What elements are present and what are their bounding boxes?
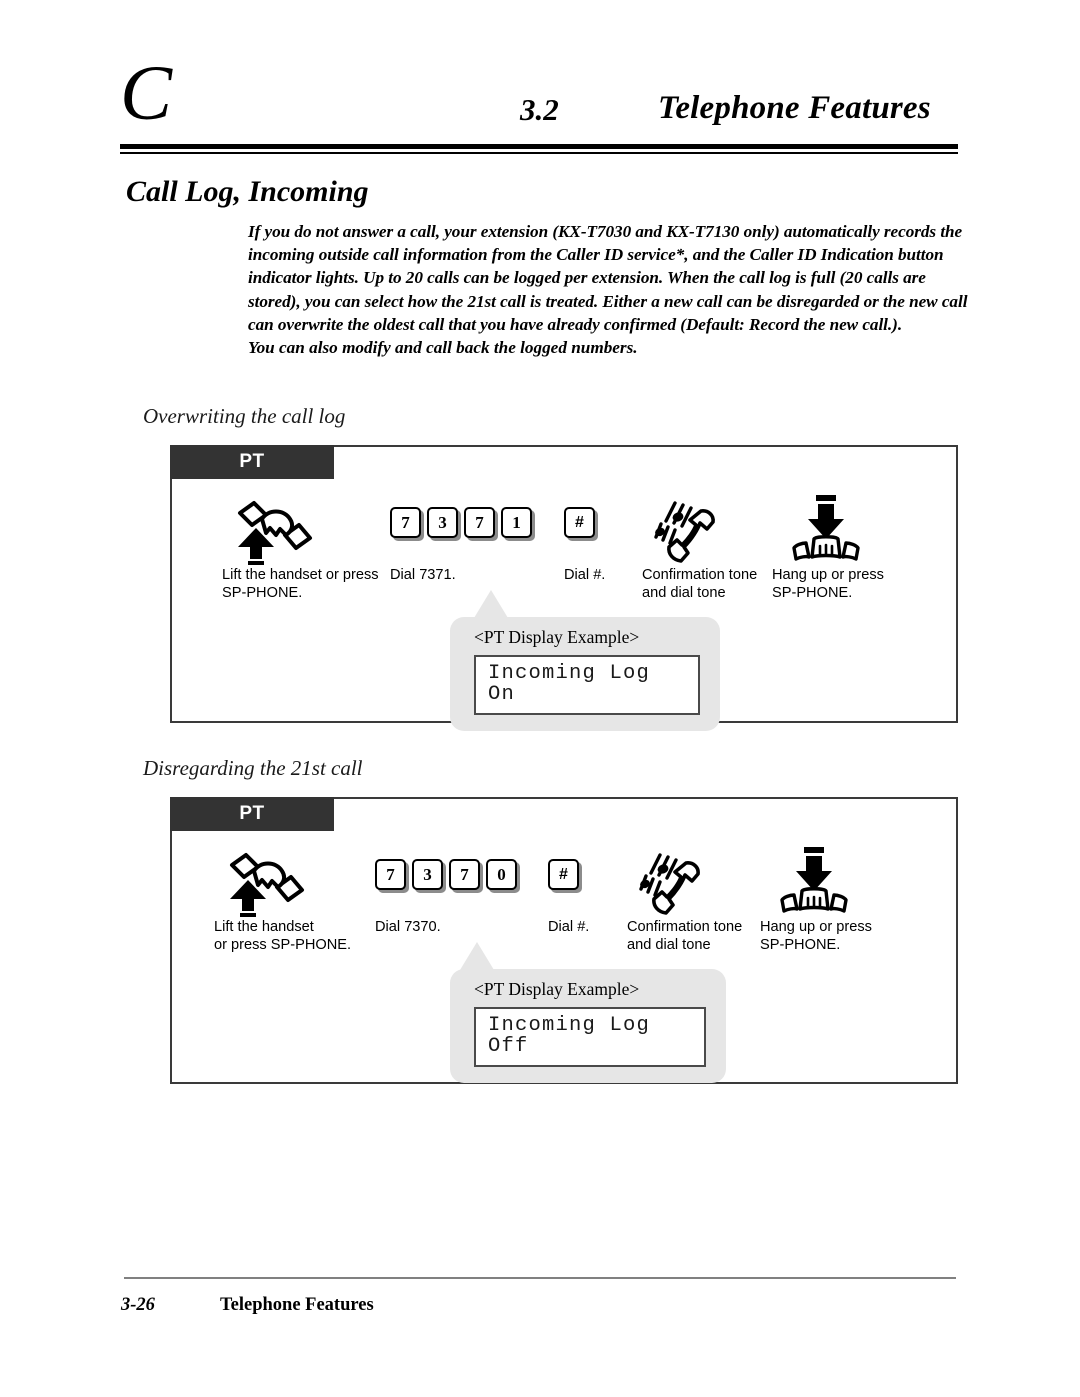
hang-up-icon [760, 847, 910, 919]
lift-handset-icon [214, 847, 394, 919]
lcd-display-text: Incoming Log Off [474, 1007, 706, 1067]
step-dial-hash: # Dial #. [564, 495, 654, 585]
key-button[interactable]: 3 [412, 859, 443, 890]
callout-label: <PT Display Example> [474, 979, 640, 999]
procedure-box-disregarding: PT Lift the handset or press SP-PHONE. 7… [170, 797, 958, 1084]
hang-up-icon [772, 495, 922, 567]
page-title: Call Log, Incoming [126, 175, 369, 208]
callout-label: <PT Display Example> [474, 627, 640, 647]
intro-paragraph-secondary: You can also modify and call back the lo… [248, 338, 638, 358]
step-caption: Dial #. [564, 567, 606, 583]
chapter-letter: C [120, 49, 172, 136]
step-hang-up: Hang up or press SP-PHONE. [760, 847, 910, 954]
key-button[interactable]: 7 [375, 859, 406, 890]
callout-pointer [474, 590, 508, 618]
key-button[interactable]: 7 [449, 859, 480, 890]
keypad-row: # [548, 847, 638, 890]
lift-handset-icon [222, 495, 402, 567]
step-caption: Dial 7370. [375, 919, 441, 935]
key-button[interactable]: 1 [501, 507, 532, 538]
procedure-steps-row: Lift the handset or press SP-PHONE. 7 3 … [172, 847, 960, 977]
step-dial-code: 7 3 7 1 Dial 7371. [390, 495, 540, 585]
pt-display-callout: <PT Display Example> Incoming Log On [450, 617, 720, 731]
key-button[interactable]: 0 [486, 859, 517, 890]
pt-tab-label: PT [170, 445, 334, 479]
footer-rule [124, 1277, 956, 1279]
intro-paragraph: If you do not answer a call, your extens… [248, 222, 968, 334]
key-button-hash[interactable]: # [564, 507, 595, 538]
callout-pointer [460, 942, 494, 970]
step-confirmation-tone: Confirmation tone and dial tone [642, 495, 782, 602]
step-caption: Lift the handset or press SP-PHONE. [214, 919, 352, 953]
header-rule-thick [120, 144, 958, 149]
pt-display-callout: <PT Display Example> Incoming Log Off [450, 969, 726, 1083]
step-hang-up: Hang up or press SP-PHONE. [772, 495, 922, 602]
footer-page-number: 3-26 [121, 1295, 155, 1315]
header-section-number: 3.2 [520, 92, 559, 127]
footer-title: Telephone Features [220, 1295, 374, 1315]
keypad-keys-icon: 7 3 7 0 [375, 847, 525, 919]
step-caption: Hang up or press SP-PHONE. [772, 567, 884, 601]
step-dial-code: 7 3 7 0 Dial 7370. [375, 847, 525, 937]
keypad-keys-icon: # [548, 847, 638, 919]
procedure-steps-row: Lift the handset or press SP-PHONE. 7 3 … [172, 495, 960, 625]
step-caption: Dial #. [548, 919, 590, 935]
keypad-row: 7 3 7 0 [375, 847, 525, 890]
step-lift-handset: Lift the handset or press SP-PHONE. [214, 847, 394, 954]
step-dial-hash: # Dial #. [548, 847, 638, 937]
keypad-keys-icon: # [564, 495, 654, 567]
step-caption: Hang up or press SP-PHONE. [760, 919, 872, 953]
subsection-heading-overwriting: Overwriting the call log [143, 404, 346, 428]
step-lift-handset: Lift the handset or press SP-PHONE. [222, 495, 402, 602]
lcd-display-text: Incoming Log On [474, 655, 700, 715]
confirmation-tone-icon [627, 847, 767, 919]
step-caption: Lift the handset or press SP-PHONE. [222, 567, 379, 601]
keypad-row: # [564, 495, 654, 538]
step-caption: Confirmation tone and dial tone [627, 919, 743, 953]
header-section-title: Telephone Features [658, 90, 931, 126]
keypad-row: 7 3 7 1 [390, 495, 540, 538]
step-caption: Dial 7371. [390, 567, 456, 583]
intro-block: If you do not answer a call, your extens… [248, 220, 976, 359]
confirmation-tone-icon [642, 495, 782, 567]
procedure-box-overwriting: PT Lift the handset or press SP-PHONE. 7… [170, 445, 960, 731]
subsection-heading-disregarding: Disregarding the 21st call [143, 756, 363, 780]
key-button[interactable]: 7 [464, 507, 495, 538]
step-caption: Confirmation tone and dial tone [642, 567, 758, 601]
keypad-keys-icon: 7 3 7 1 [390, 495, 540, 567]
header-rule-thin [120, 152, 958, 154]
step-confirmation-tone: Confirmation tone and dial tone [627, 847, 767, 954]
key-button[interactable]: 3 [427, 507, 458, 538]
pt-tab-label: PT [170, 797, 334, 831]
page-header: C 3.2 Telephone Features [120, 54, 960, 154]
key-button[interactable]: 7 [390, 507, 421, 538]
key-button-hash[interactable]: # [548, 859, 579, 890]
